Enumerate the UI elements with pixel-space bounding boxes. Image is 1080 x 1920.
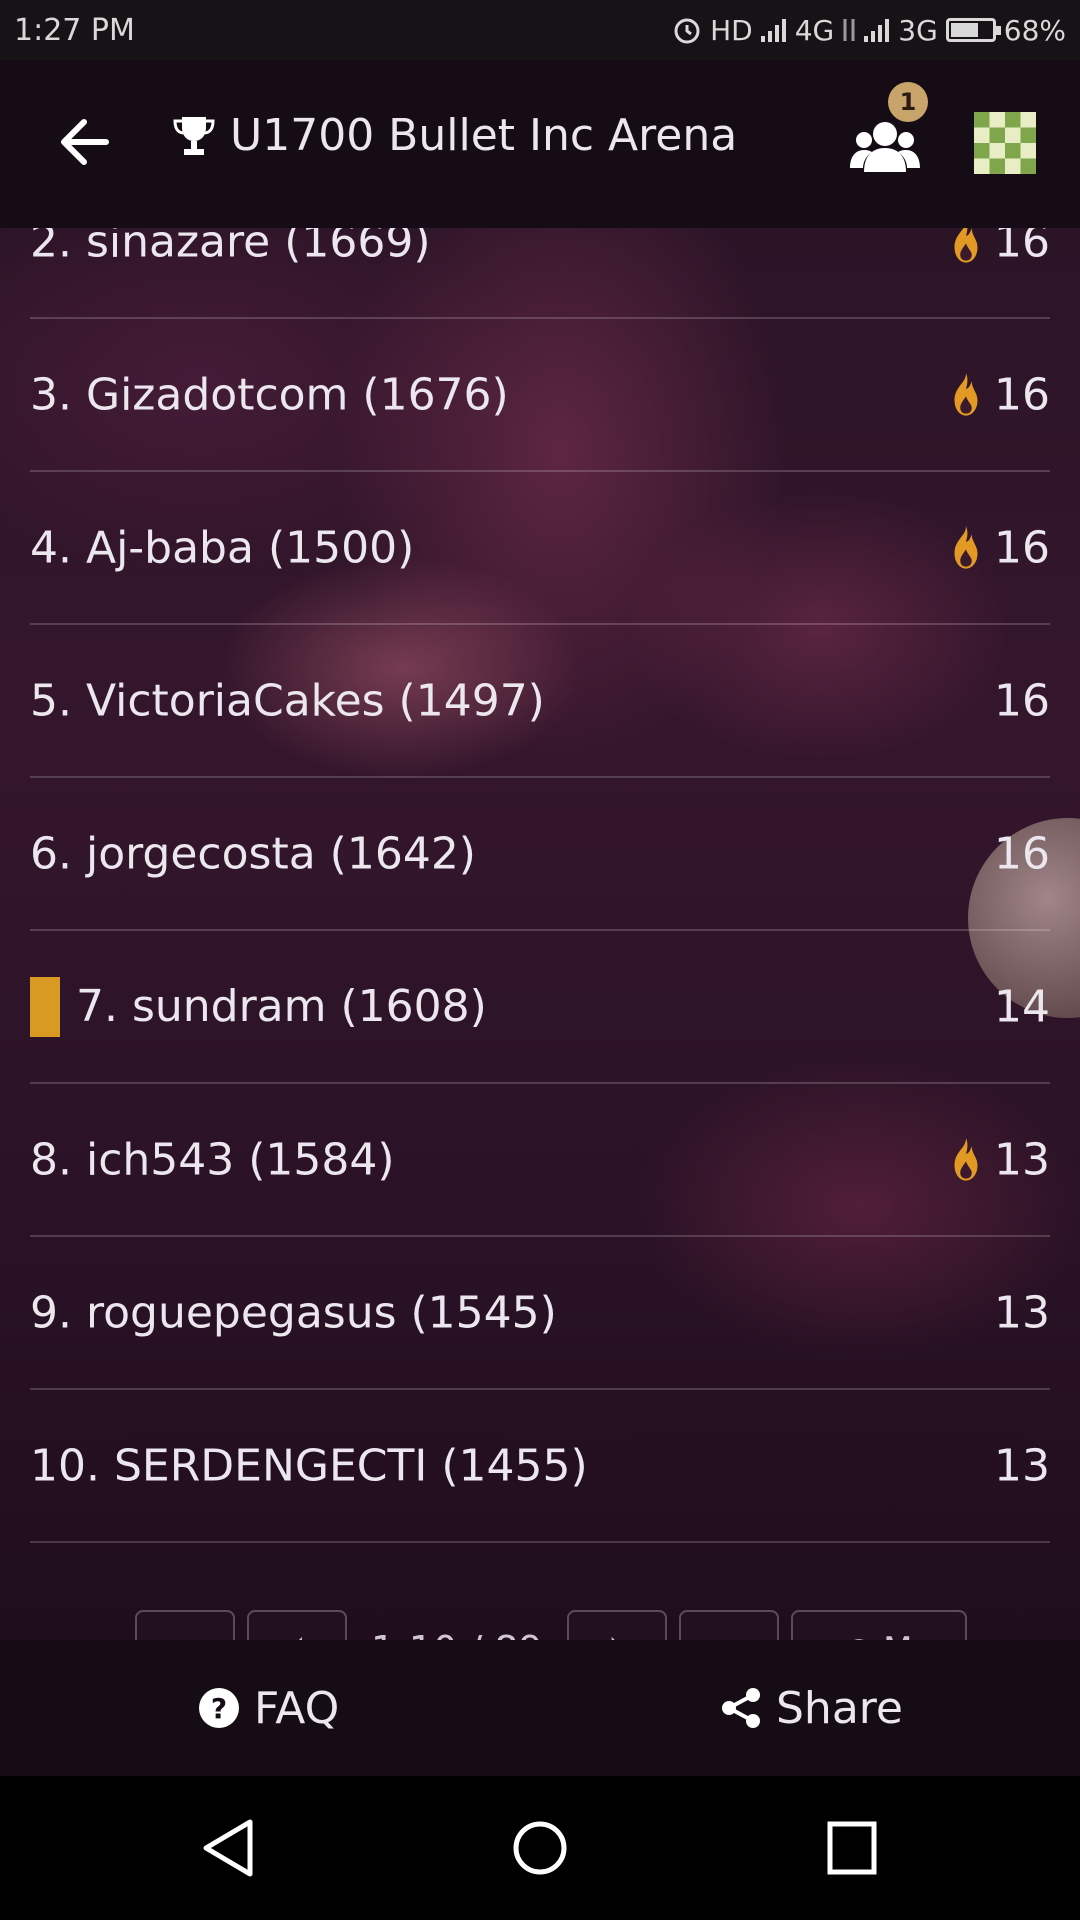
score-group: 13 (994, 1287, 1050, 1338)
page-title: U1700 Bullet Inc Arena (230, 110, 738, 161)
player-score: 16 (994, 369, 1050, 420)
player-score: 16 (994, 228, 1050, 267)
alarm-icon (674, 18, 700, 44)
target-icon: ⊕ (845, 1630, 874, 1640)
battery-icon (945, 18, 1001, 42)
player-label: 10. SERDENGECTI (1455) (30, 1440, 588, 1491)
trophy-icon (173, 116, 215, 155)
player-label: 5. VictoriaCakes (1497) (30, 675, 545, 726)
fire-streak-icon (954, 373, 978, 416)
standing-row[interactable]: 3. Gizadotcom (1676) 16 (30, 319, 1050, 472)
standing-row[interactable]: 7. sundram (1608) 14 (30, 931, 1050, 1084)
nav-back-icon[interactable] (200, 1818, 256, 1878)
data-arrows-icon (843, 19, 855, 41)
score-group: 13 (950, 1134, 1050, 1185)
player-label: 4. Aj-baba (1500) (30, 522, 414, 573)
current-user-marker (30, 976, 60, 1037)
player-name-rating: 2. sinazare (1669) (30, 228, 431, 267)
score-group: 14 (994, 981, 1050, 1032)
score-group: 13 (994, 1440, 1050, 1491)
player-score: 16 (994, 828, 1050, 879)
player-name-rating: 8. ich543 (1584) (30, 1134, 395, 1185)
standing-row[interactable]: 4. Aj-baba (1500) 16 (30, 472, 1050, 625)
player-name-rating: 5. VictoriaCakes (1497) (30, 675, 545, 726)
network-4g: 4G (794, 13, 835, 47)
system-nav-bar (0, 1776, 1080, 1920)
score-group: 16 (994, 828, 1050, 879)
score-group: 16 (994, 675, 1050, 726)
player-label: 7. sundram (1608) (30, 976, 487, 1037)
player-score: 16 (994, 522, 1050, 573)
battery-percent: 68% (1003, 13, 1066, 47)
player-name-rating: 7. sundram (1608) (76, 981, 487, 1032)
player-name-rating: 10. SERDENGECTI (1455) (30, 1440, 588, 1491)
player-label: 6. jorgecosta (1642) (30, 828, 476, 879)
my-page-button[interactable]: ⊕ M (790, 1610, 967, 1640)
player-score: 13 (994, 1134, 1050, 1185)
player-name-rating: 3. Gizadotcom (1676) (30, 369, 509, 420)
help-icon: ? (199, 1688, 239, 1728)
player-label: 9. roguepegasus (1545) (30, 1287, 557, 1338)
app-header: U1700 Bullet Inc Arena 1 (0, 60, 1080, 228)
status-bar: 1:27 PM HD 4G 3G 68% (0, 0, 1080, 60)
fire-streak-icon (954, 1138, 978, 1181)
fire-streak-icon (954, 228, 978, 263)
player-score: 16 (994, 675, 1050, 726)
pagination: ⏮ ⏴ 1-10 / 89 ⏵ ⏭ ⊕ M (135, 1610, 967, 1640)
prev-page-button[interactable]: ⏴ (247, 1610, 347, 1640)
status-time: 1:27 PM (14, 12, 135, 48)
player-score: 13 (994, 1440, 1050, 1491)
signal-icon-2 (864, 19, 890, 42)
player-name-rating: 4. Aj-baba (1500) (30, 522, 415, 573)
footer-bar: ? FAQ Share (0, 1640, 1080, 1776)
tournament-title: U1700 Bullet Inc Arena (172, 110, 737, 161)
back-arrow-icon[interactable] (58, 112, 112, 172)
share-icon (722, 1688, 760, 1728)
network-3g: 3G (898, 13, 938, 47)
standing-row[interactable]: 9. roguepegasus (1545) 13 (30, 1237, 1050, 1390)
standing-row[interactable]: 6. jorgecosta (1642) 16 (30, 778, 1050, 931)
nav-home-icon[interactable] (512, 1818, 568, 1878)
standings-panel: 2. sinazare (1669) 16 3. Gizadotcom (1676)… (0, 228, 1080, 1640)
standing-row[interactable]: 2. sinazare (1669) 16 (30, 228, 1050, 319)
signal-icon (760, 19, 786, 42)
player-label: 3. Gizadotcom (1676) (30, 369, 509, 420)
faq-button[interactable]: ? FAQ (198, 1640, 339, 1776)
next-page-button[interactable]: ⏵ (566, 1610, 667, 1640)
first-page-button[interactable]: ⏮ (135, 1610, 235, 1640)
friends-count-badge: 1 (888, 82, 928, 122)
score-group: 16 (950, 228, 1050, 267)
player-score: 14 (994, 981, 1050, 1032)
fire-streak-icon (954, 526, 978, 569)
standing-row[interactable]: 10. SERDENGECTI (1455) 13 (30, 1390, 1050, 1543)
svg-text:?: ? (211, 1692, 227, 1725)
share-button[interactable]: Share (720, 1640, 903, 1776)
player-label: 8. ich543 (1584) (30, 1134, 395, 1185)
nav-recents-icon[interactable] (826, 1820, 878, 1876)
page-info: 1-10 / 89 (359, 1610, 555, 1640)
player-score: 13 (994, 1287, 1050, 1338)
standing-row[interactable]: 8. ich543 (1584) 13 (30, 1084, 1050, 1237)
status-icons: HD 4G 3G 68% (672, 14, 1066, 47)
chessboard-icon[interactable] (974, 112, 1036, 174)
network-hd: HD (710, 13, 753, 47)
share-label: Share (776, 1682, 903, 1734)
last-page-button[interactable]: ⏭ (678, 1610, 779, 1640)
player-label: 2. sinazare (1669) (30, 228, 431, 267)
score-group: 16 (950, 522, 1050, 573)
standing-row[interactable]: 5. VictoriaCakes (1497) 16 (30, 625, 1050, 778)
my-page-label: M (883, 1630, 912, 1640)
faq-label: FAQ (254, 1682, 340, 1734)
player-name-rating: 6. jorgecosta (1642) (30, 828, 476, 879)
score-group: 16 (950, 369, 1050, 420)
player-name-rating: 9. roguepegasus (1545) (30, 1287, 557, 1338)
